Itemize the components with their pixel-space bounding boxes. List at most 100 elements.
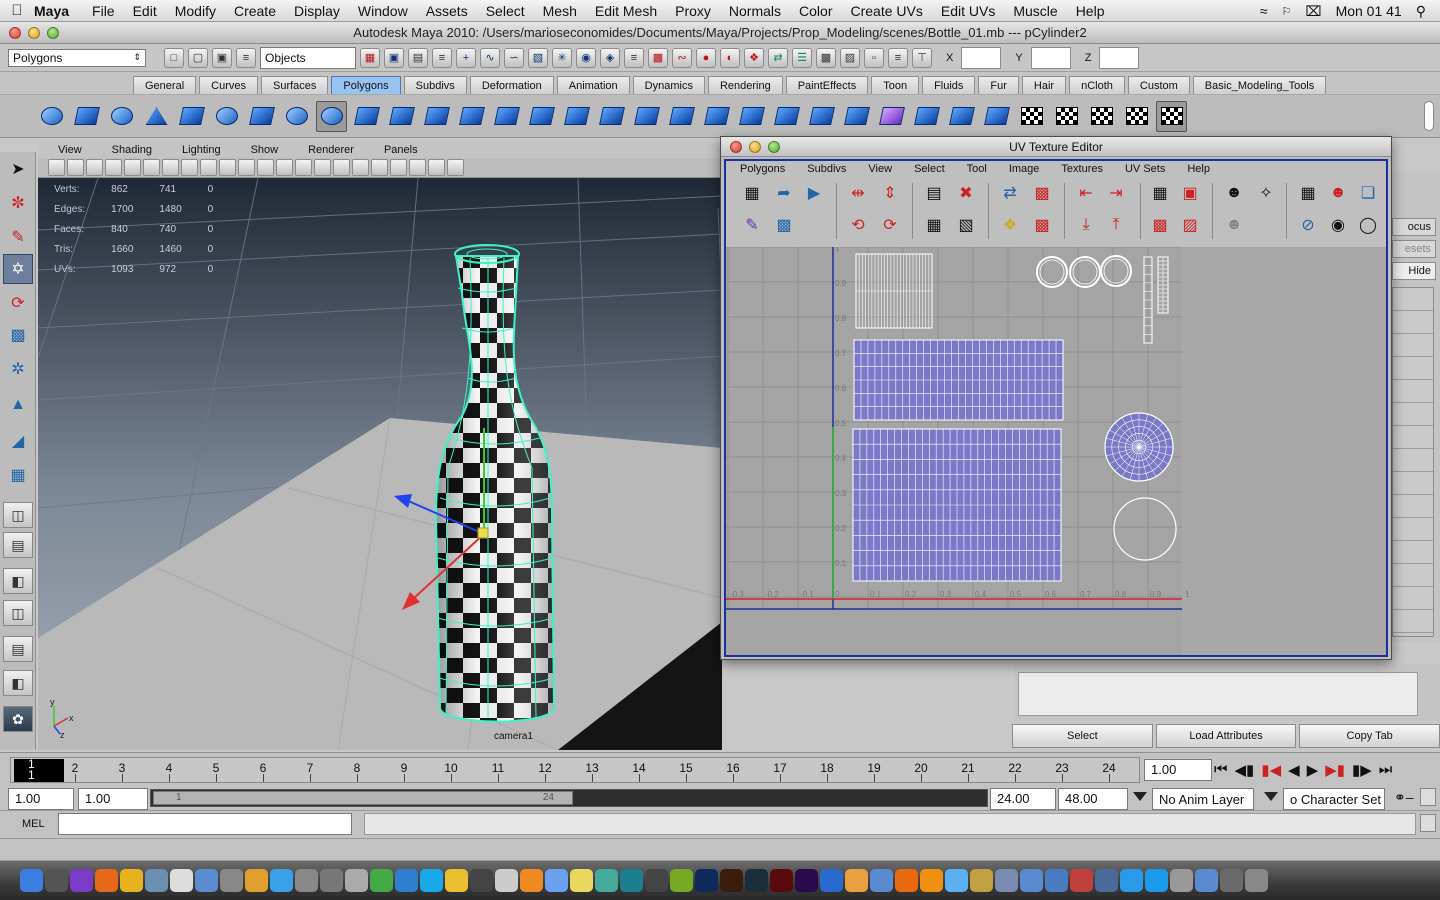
viewport-resolution-gate-icon[interactable] xyxy=(162,159,179,176)
layout-hypershade-icon[interactable]: ▤ xyxy=(3,636,33,662)
align-left-icon[interactable]: ⇤ xyxy=(1072,179,1100,207)
dock-stickies-icon[interactable] xyxy=(570,869,593,892)
select-curves-icon[interactable]: ∽ xyxy=(504,47,524,68)
shelf-tab-custom[interactable]: Custom xyxy=(1127,76,1190,94)
dock-photoshop-icon[interactable] xyxy=(695,869,718,892)
selection-mode-dropdown[interactable]: Objects xyxy=(260,46,356,69)
grid-view-icon[interactable]: ▦ xyxy=(1146,179,1174,207)
dock-maya-icon[interactable] xyxy=(620,869,643,892)
layout-graph-icon[interactable]: ◧ xyxy=(3,670,33,696)
perspective-viewport[interactable]: y x z Verts: 862 741 0 Edges: 1700 1480 0 Faces:… xyxy=(38,178,722,750)
dock-finder-icon[interactable] xyxy=(20,869,43,892)
poly-sphere-icon[interactable] xyxy=(36,101,67,132)
automatic-mapping-icon[interactable] xyxy=(1121,101,1152,132)
load-attributes-button[interactable]: Load Attributes xyxy=(1155,724,1297,748)
uv-menu-subdivs[interactable]: Subdivs xyxy=(807,163,846,175)
align-bottom-icon[interactable]: ⤓ xyxy=(1072,211,1100,239)
dock-folder2-icon[interactable] xyxy=(1020,869,1043,892)
dock-search-icon[interactable] xyxy=(1120,869,1143,892)
shelf-tab-surfaces[interactable]: Surfaces xyxy=(260,76,329,94)
viewport-frame-selected-icon[interactable] xyxy=(371,159,388,176)
mel-label[interactable]: MEL xyxy=(22,818,45,830)
viewport-wireframe-icon[interactable] xyxy=(200,159,217,176)
dock-firefox-icon[interactable] xyxy=(95,869,118,892)
uv-shade-icon[interactable]: ▩ xyxy=(1028,211,1056,239)
uv-flip-v-icon[interactable]: ⇕ xyxy=(876,179,904,207)
viewport-shade-all-icon[interactable] xyxy=(238,159,255,176)
render-frame-icon[interactable]: ▩ xyxy=(816,47,836,68)
app-menu-color[interactable]: Color xyxy=(799,3,832,19)
rotate-cw-icon[interactable]: ⟳ xyxy=(876,211,904,239)
viewport-menu-view[interactable]: View xyxy=(58,144,82,156)
uv-menu-select[interactable]: Select xyxy=(914,163,945,175)
dock-after-effects-icon[interactable] xyxy=(745,869,768,892)
split-icon[interactable] xyxy=(666,101,697,132)
viewport-motion-blur-icon[interactable] xyxy=(447,159,464,176)
select-surfaces-icon[interactable]: ▧ xyxy=(528,47,548,68)
poly-cube-icon[interactable] xyxy=(71,101,102,132)
app-menu-create[interactable]: Create xyxy=(234,3,276,19)
dock-dashboard-icon[interactable] xyxy=(45,869,68,892)
app-menu-help[interactable]: Help xyxy=(1076,3,1105,19)
dock-uranus-icon[interactable] xyxy=(345,869,368,892)
offset-edge-loop-icon[interactable] xyxy=(981,101,1012,132)
shelf-tab-toon[interactable]: Toon xyxy=(871,76,920,94)
apple-icon[interactable]:  xyxy=(0,2,34,19)
selection-mode-menu-icon[interactable]: ≡ xyxy=(236,47,256,68)
pixel-grid-icon[interactable]: ▦ xyxy=(1294,179,1322,207)
uv-menu-uv-sets[interactable]: UV Sets xyxy=(1125,163,1165,175)
app-menu-modify[interactable]: Modify xyxy=(175,3,216,19)
dock-trash-icon[interactable] xyxy=(1245,869,1268,892)
uv-layout-icon[interactable]: ⇄ xyxy=(996,179,1024,207)
render-settings-icon[interactable]: ▫ xyxy=(864,47,884,68)
extract-icon[interactable] xyxy=(421,101,452,132)
layout-four-icon[interactable]: ▤ xyxy=(3,532,33,558)
dock-mail-icon[interactable] xyxy=(195,869,218,892)
planar-mapping-icon[interactable] xyxy=(1016,101,1047,132)
spotlight-icon[interactable]: ⚲ xyxy=(1416,3,1426,20)
playback-start-field[interactable]: 1.00 xyxy=(78,788,148,810)
go-to-end-icon[interactable]: ⏭ xyxy=(1379,761,1393,779)
viewport-textured-icon[interactable] xyxy=(257,159,274,176)
history-icon[interactable]: ☰ xyxy=(792,47,812,68)
shelf-tab-animation[interactable]: Animation xyxy=(556,76,630,94)
separate-icon[interactable] xyxy=(386,101,417,132)
dock-chrome-icon[interactable] xyxy=(120,869,143,892)
viewport-menu-panels[interactable]: Panels xyxy=(384,144,418,156)
character-set-dropdown[interactable]: o Character Set xyxy=(1283,788,1385,810)
frame-selection-icon[interactable]: ▨ xyxy=(1176,211,1204,239)
viewport-film-gate-icon[interactable] xyxy=(143,159,160,176)
smooth-icon[interactable] xyxy=(491,101,522,132)
flag-icon[interactable]: ⚐ xyxy=(1282,5,1292,18)
viewport-isolate-select-icon[interactable] xyxy=(333,159,350,176)
dock-stacks-icon[interactable] xyxy=(1220,869,1243,892)
last-tool-icon[interactable]: ▦ xyxy=(3,460,33,490)
bevel-icon[interactable] xyxy=(526,101,557,132)
app-menu-window[interactable]: Window xyxy=(358,3,408,19)
character-set-menu-icon[interactable] xyxy=(1264,792,1278,801)
time-slider-track[interactable]: 2 3 4 5 6 7 8 9 10 11 12 13 14 15 16 17 18 19 20 21 22 23 24 1… xyxy=(10,757,1140,783)
shelf-tab-hair[interactable]: Hair xyxy=(1021,76,1067,94)
booleans-icon[interactable] xyxy=(456,101,487,132)
layout-persp-graph-icon[interactable]: ◫ xyxy=(3,600,33,626)
step-back-frame-icon[interactable]: ◀▮ xyxy=(1235,761,1255,779)
range-bar[interactable]: 1 24 xyxy=(150,789,988,807)
app-menu-mesh[interactable]: Mesh xyxy=(543,3,577,19)
select-tool-arrow-icon[interactable]: ➤ xyxy=(3,154,33,184)
app-menu-select[interactable]: Select xyxy=(486,3,525,19)
extrude-icon[interactable] xyxy=(561,101,592,132)
poly-torus-icon[interactable] xyxy=(211,101,242,132)
collapse-icon[interactable] xyxy=(806,101,837,132)
dock-safari-icon[interactable] xyxy=(270,869,293,892)
step-back-key-icon[interactable]: ▮◀ xyxy=(1261,761,1281,779)
step-forward-frame-icon[interactable]: ▮▶ xyxy=(1352,761,1372,779)
insert-edge-loop-icon[interactable] xyxy=(911,101,942,132)
select-deformations-icon[interactable]: ✳ xyxy=(552,47,572,68)
viewport-frame-all-icon[interactable] xyxy=(352,159,369,176)
go-to-start-icon[interactable]: ⏮ xyxy=(1214,761,1228,779)
dock-system-icon[interactable] xyxy=(295,869,318,892)
poly-pipe-icon[interactable] xyxy=(281,101,312,132)
dock-music-icon[interactable] xyxy=(1070,869,1093,892)
dock-share-icon[interactable] xyxy=(395,869,418,892)
app-menu-muscle[interactable]: Muscle xyxy=(1013,3,1057,19)
